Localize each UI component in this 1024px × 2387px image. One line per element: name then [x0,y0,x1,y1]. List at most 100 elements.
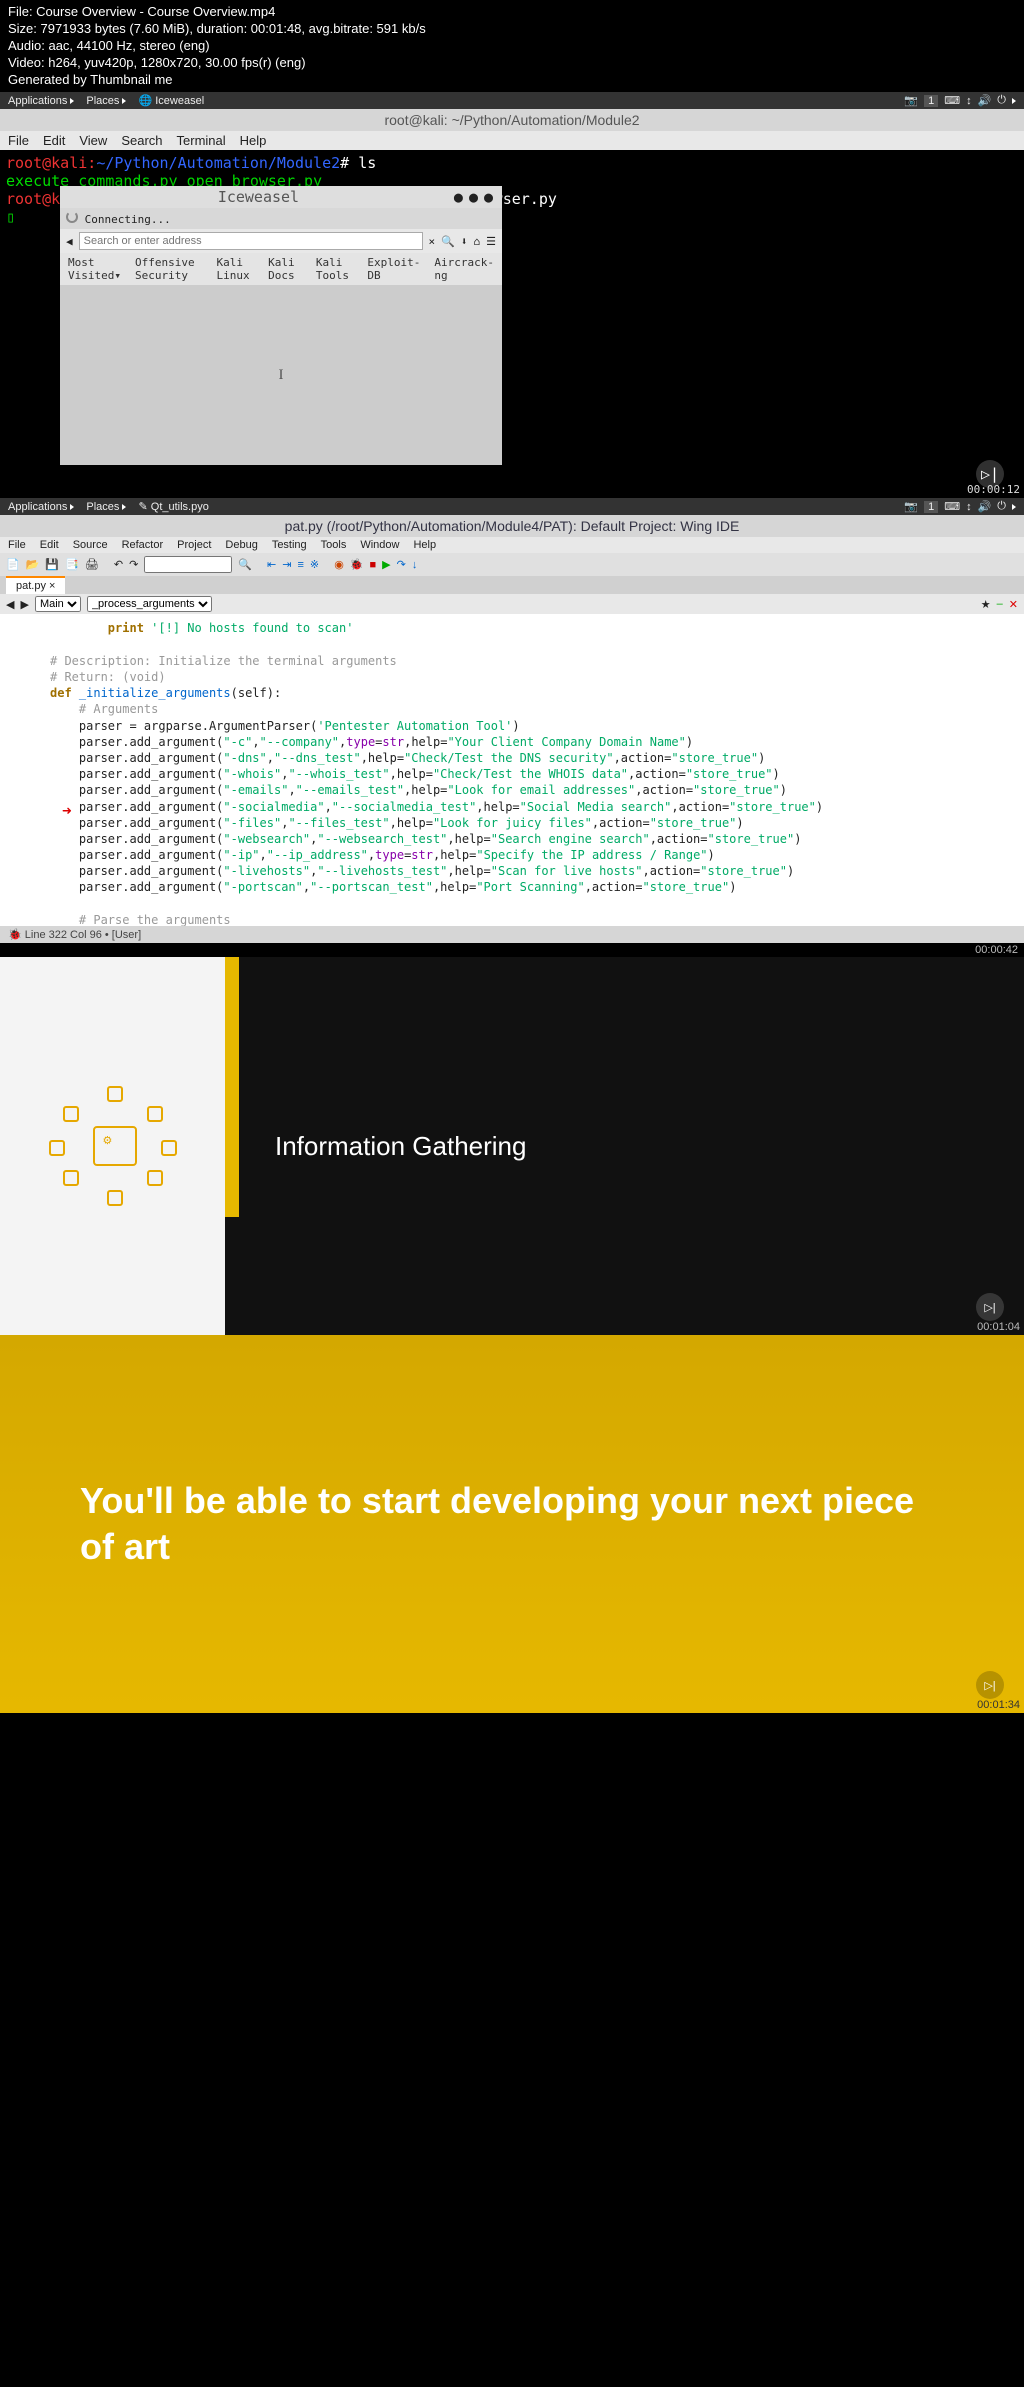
camera-icon[interactable]: 📷 [904,94,918,107]
network-icon[interactable]: ↕ [966,95,972,107]
run-icon[interactable]: ▶ [382,558,390,571]
class-select[interactable]: Main [35,596,81,612]
thumbnail-meta: File: Course Overview - Course Overview.… [0,0,1024,92]
indent-in-icon[interactable]: ⇥ [282,558,291,571]
menu-source[interactable]: Source [73,539,108,551]
menu-refactor[interactable]: Refactor [122,539,164,551]
tab-patpy[interactable]: pat.py × [6,576,65,594]
slide-title: You'll be able to start developing your … [80,1478,944,1572]
forward-icon[interactable]: ▶ [20,598,28,611]
slide-developing-art: You'll be able to start developing your … [0,1335,1024,1713]
power-icon[interactable]: ⏻ [997,94,1006,107]
maximize-icon[interactable]: ● [469,188,478,206]
redo-icon[interactable]: ↷ [129,558,138,571]
menu-view[interactable]: View [79,133,107,148]
bookmark-kalidocs[interactable]: Kali Docs [268,256,302,282]
menu-window[interactable]: Window [360,539,399,551]
menu-file[interactable]: File [8,133,29,148]
browser-window: Iceweasel ● ● ● Connecting... ◀ × 🔍 ⬇ ⌂ … [60,186,502,426]
minimize-icon[interactable]: ● [454,188,463,206]
menu-places[interactable]: Places [86,95,126,107]
bookmark-kalilinux[interactable]: Kali Linux [217,256,255,282]
search-input[interactable] [144,556,232,573]
code-editor[interactable]: print '[!] No hosts found to scan' # Des… [0,614,1024,926]
menu-applications[interactable]: Applications [8,95,74,107]
bookmark-exploitdb[interactable]: Exploit-DB [367,256,420,282]
ide-toolbar: 📄 📂 💾 📑 🖨 ↶ ↷ 🔍 ⇤ ⇥ ≡ ※ ◉ 🐞 ■ ▶ ↷ ↓ [0,553,1024,576]
indent-out-icon[interactable]: ⇤ [267,558,276,571]
stop-icon[interactable]: × [429,235,436,248]
network-icon[interactable]: ↕ [966,501,972,513]
camera-icon[interactable]: 📷 [904,500,918,513]
menu-help[interactable]: Help [240,133,267,148]
save-icon[interactable]: 💾 [45,558,59,571]
dedent-icon[interactable]: ≡ [297,559,303,571]
bookmark-offsec[interactable]: Offensive Security [135,256,203,282]
keyboard-icon[interactable]: ⌨ [944,500,960,513]
workspace-indicator[interactable]: 1 [924,95,938,107]
menu-project[interactable]: Project [177,539,211,551]
search-icon[interactable]: 🔍 [238,558,252,571]
bookmark-aircrack[interactable]: Aircrack-ng [434,256,494,282]
break-icon[interactable]: ◉ [334,558,344,571]
browser-tab[interactable]: Connecting... [66,211,171,226]
terminal-area[interactable]: root@kali:~/Python/Automation/Module2# l… [0,150,1024,498]
browser-toolbar: ◀ × 🔍 ⬇ ⌂ ☰ [60,229,502,253]
menu-edit[interactable]: Edit [40,539,59,551]
menu-help[interactable]: Help [413,539,436,551]
keyboard-icon[interactable]: ⌨ [944,94,960,107]
bookmark-icon[interactable]: ★ [981,598,991,611]
stop-icon[interactable]: ■ [370,559,377,571]
menu-edit[interactable]: Edit [43,133,65,148]
address-bar[interactable] [79,232,423,250]
download-icon[interactable]: ⬇ [461,235,468,248]
new-file-icon[interactable]: 📄 [6,558,20,571]
dropdown-icon [122,504,126,510]
back-icon[interactable]: ◀ [66,235,73,248]
meta-file: File: Course Overview - Course Overview.… [8,4,1016,21]
close-icon[interactable]: ● [484,188,493,206]
home-icon[interactable]: ⌂ [474,235,481,248]
menu-debug[interactable]: Debug [225,539,257,551]
function-select[interactable]: _process_arguments [87,596,212,612]
menu-places[interactable]: Places [86,501,126,513]
dropdown-icon [1012,98,1016,104]
menu-terminal[interactable]: Terminal [177,133,226,148]
menu-icon[interactable]: ☰ [486,235,496,248]
volume-icon[interactable]: 🔊 [978,500,992,513]
search-icon[interactable]: 🔍 [441,235,455,248]
menu-applications[interactable]: Applications [8,501,74,513]
taskbar-app[interactable]: 🌐 Iceweasel [138,94,204,107]
play-next-icon[interactable]: ▷| [976,1293,1004,1321]
bookmark-kalitools[interactable]: Kali Tools [316,256,354,282]
meta-audio: Audio: aac, 44100 Hz, stereo (eng) [8,38,1016,55]
menu-file[interactable]: File [8,539,26,551]
ide-statusbar: 🐞 Line 322 Col 96 • [User] [0,926,1024,943]
step-into-icon[interactable]: ↓ [412,559,418,571]
timestamp: 00:00:12 [967,483,1020,496]
play-next-icon[interactable]: ▷| [976,1671,1004,1699]
open-file-icon[interactable]: 📂 [26,558,40,571]
meta-gen: Generated by Thumbnail me [8,72,1016,89]
step-over-icon[interactable]: ↷ [397,558,406,571]
close-icon[interactable]: ✕ [1009,598,1018,611]
taskbar-app[interactable]: ✎ Qt_utils.pyo [138,500,208,513]
comment-icon[interactable]: ※ [310,558,319,571]
scope-selector: ◀ ▶ Main _process_arguments ★ – ✕ [0,594,1024,614]
print-icon[interactable]: 🖨 [85,558,99,571]
node-icon [161,1140,177,1156]
menu-testing[interactable]: Testing [272,539,307,551]
prompt-user: root@kali [6,154,87,172]
workspace-indicator[interactable]: 1 [924,501,938,513]
debug-icon[interactable]: 🐞 [350,558,364,571]
volume-icon[interactable]: 🔊 [978,94,992,107]
bookmark-mostvisited[interactable]: Most Visited▾ [68,256,121,282]
minus-icon[interactable]: – [997,598,1003,610]
menu-search[interactable]: Search [121,133,162,148]
menu-tools[interactable]: Tools [321,539,347,551]
back-icon[interactable]: ◀ [6,598,14,611]
save-all-icon[interactable]: 📑 [65,558,79,571]
undo-icon[interactable]: ↶ [114,558,123,571]
power-icon[interactable]: ⏻ [997,500,1006,513]
terminal-command: ls [358,154,376,172]
